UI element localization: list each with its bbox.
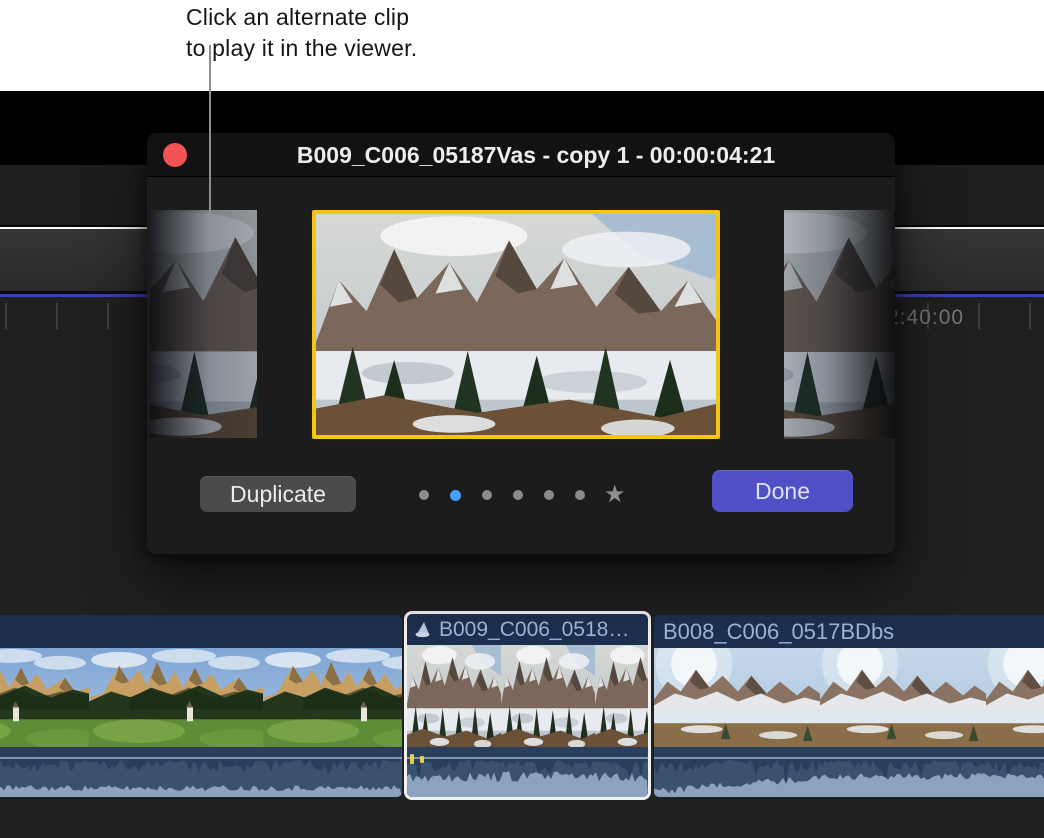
ruler-tick [1029,303,1031,329]
alternate-dot-5[interactable] [544,490,554,500]
audition-record-badge-icon [163,143,187,167]
fade-handle[interactable] [410,754,414,764]
clip-filmstrip [407,645,648,747]
clip-name: B009_C006_0518… [439,618,629,642]
clip-header [0,615,402,648]
done-button[interactable]: Done [712,470,853,512]
audio-waveform [407,747,648,797]
callout-line-1: Click an alternate clip [186,2,417,33]
callout-text: Click an alternate clip to play it in th… [186,2,417,64]
audition-spotlight-icon [413,621,432,638]
timecode-label: 2:40:00 [887,306,964,330]
timeline-clip-sunny-slope[interactable]: B008_C006_0517BDbs [654,615,1044,797]
audition-title: B009_C006_05187Vas - copy 1 - 00:00:04:2… [197,133,875,177]
duplicate-button[interactable]: Duplicate [200,476,356,512]
alternate-dots: ★ [419,489,626,501]
callout-line-2: to play it in the viewer. [186,33,417,64]
timeline-clip-green-valley[interactable] [0,615,402,797]
audition-titlebar: B009_C006_05187Vas - copy 1 - 00:00:04:2… [147,133,895,177]
alternate-clip-selected[interactable] [312,210,720,439]
favorite-star-icon[interactable]: ★ [604,490,626,500]
clip-name: B008_C006_0517BDbs [663,619,894,645]
audio-waveform [0,747,402,797]
ruler-tick [978,303,980,329]
alternate-dot-1[interactable] [419,490,429,500]
alternate-clip-left[interactable] [150,210,257,438]
audio-waveform [654,747,1044,797]
fade-handle[interactable] [420,756,424,763]
alternate-clip-right[interactable] [784,210,895,439]
alternate-dot-6[interactable] [575,490,585,500]
alternate-dot-2-selected[interactable] [450,490,461,501]
alternate-dot-4[interactable] [513,490,523,500]
fcp-window: Click an alternate clip to play it in th… [0,0,1044,838]
clip-filmstrip [0,648,402,747]
ruler-tick [5,303,7,329]
ruler-tick [56,303,58,329]
callout-pointer-line [209,45,211,215]
audition-window: B009_C006_05187Vas - copy 1 - 00:00:04:2… [147,133,895,554]
dim-overlay [784,210,895,439]
timeline-clip-audition-selected[interactable]: B009_C006_0518… [404,611,651,800]
dim-overlay [150,210,257,438]
alternate-dot-3[interactable] [482,490,492,500]
clip-filmstrip [654,648,1044,747]
ruler-tick [107,303,109,329]
